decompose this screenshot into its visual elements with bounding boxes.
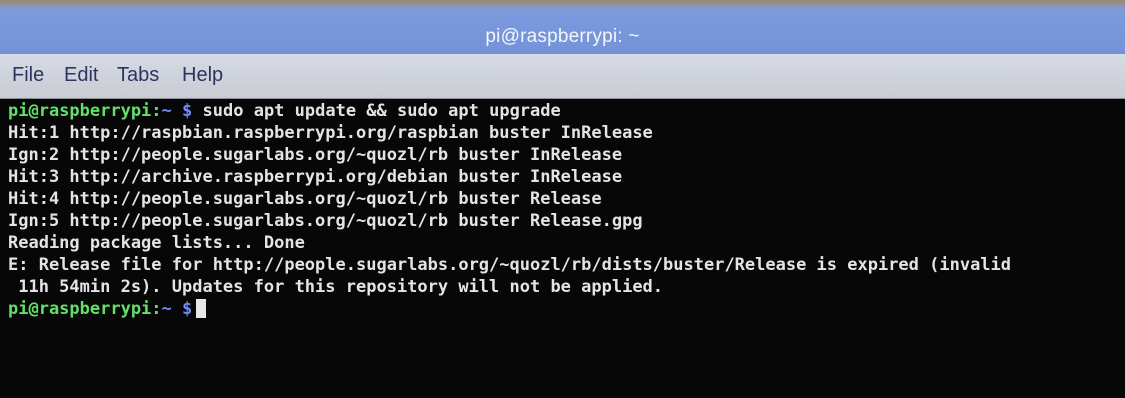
- prompt-path: ~: [161, 299, 172, 319]
- output-line: Hit:1 http://raspbian.raspberrypi.org/ra…: [8, 123, 653, 143]
- command-line: pi@raspberrypi:~ $ sudo apt update && su…: [8, 100, 561, 122]
- prompt-dollar: $: [182, 101, 193, 121]
- text-cursor: [196, 299, 207, 318]
- window-title: pi@raspberrypi: ~: [485, 26, 640, 47]
- menu-edit[interactable]: Edit: [64, 64, 98, 87]
- output-line: Ign:2 http://people.sugarlabs.org/~quozl…: [8, 145, 623, 165]
- prompt-path: ~: [161, 101, 172, 121]
- output-line: Hit:4 http://people.sugarlabs.org/~quozl…: [8, 189, 602, 209]
- output-line: Ign:5 http://people.sugarlabs.org/~quozl…: [8, 211, 643, 231]
- title-bar[interactable]: pi@raspberrypi: ~: [0, 0, 1125, 54]
- error-line-continued: 11h 54min 2s). Updates for this reposito…: [8, 277, 664, 297]
- menu-bar: File Edit Tabs Help: [0, 54, 1125, 99]
- prompt-user-host: pi@raspberrypi:: [8, 101, 162, 121]
- terminal-output-area[interactable]: pi@raspberrypi:~ $ sudo apt update && su…: [0, 99, 1125, 398]
- menu-help[interactable]: Help: [182, 64, 223, 87]
- error-line: E: Release file for http://people.sugarl…: [8, 255, 1012, 275]
- menu-tabs[interactable]: Tabs: [117, 64, 159, 87]
- command-text: sudo apt update && sudo apt upgrade: [202, 101, 561, 121]
- menu-file[interactable]: File: [12, 64, 44, 87]
- prompt-user-host: pi@raspberrypi:: [8, 299, 162, 319]
- current-prompt-line: pi@raspberrypi:~ $: [8, 298, 207, 320]
- terminal-window: pi@raspberrypi: ~ File Edit Tabs Help pi…: [0, 0, 1125, 398]
- prompt-dollar: $: [182, 299, 193, 319]
- output-line: Hit:3 http://archive.raspberrypi.org/deb…: [8, 167, 623, 187]
- output-line: Reading package lists... Done: [8, 233, 305, 253]
